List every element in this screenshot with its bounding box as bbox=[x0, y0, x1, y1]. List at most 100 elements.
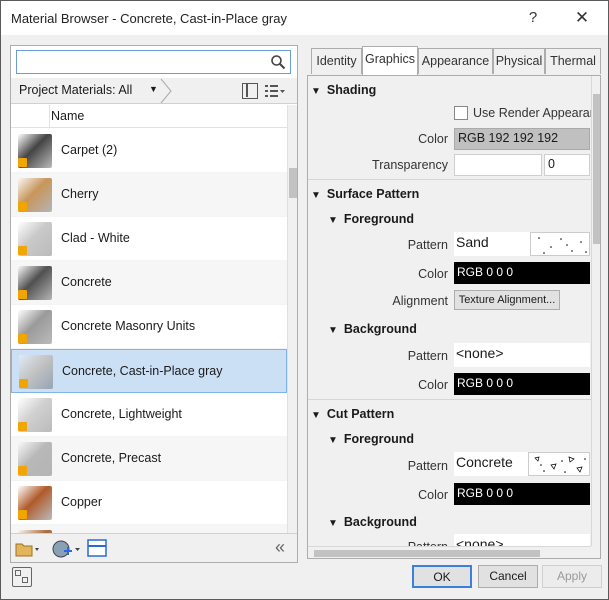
properties-panel: Identity Graphics Appearance Physical Th… bbox=[306, 45, 602, 559]
texture-alignment-button[interactable]: Texture Alignment... bbox=[454, 290, 560, 310]
header-separator bbox=[49, 105, 50, 128]
section-divider bbox=[308, 399, 591, 400]
material-row[interactable]: Concrete bbox=[11, 261, 287, 305]
name-column-label: Name bbox=[51, 109, 85, 123]
material-list-scrollbar[interactable] bbox=[287, 105, 297, 533]
apply-button[interactable]: Apply bbox=[542, 565, 602, 588]
tab-thermal[interactable]: Thermal bbox=[545, 48, 601, 74]
asset-browser-icon[interactable] bbox=[87, 539, 107, 557]
cut-fg-color-label: Color bbox=[418, 488, 448, 502]
properties-vertical-scrollbar[interactable] bbox=[591, 76, 600, 546]
tab-identity[interactable]: Identity bbox=[311, 48, 362, 74]
warning-icon bbox=[18, 510, 27, 519]
warning-icon bbox=[18, 466, 27, 475]
warning-icon bbox=[18, 246, 27, 255]
search-icon[interactable] bbox=[270, 54, 286, 70]
shading-color-field[interactable]: RGB 192 192 192 bbox=[454, 128, 590, 150]
collapse-triangle-icon: ▼ bbox=[328, 518, 338, 529]
surface-bg-color-field[interactable]: RGB 0 0 0 bbox=[454, 373, 590, 395]
shading-section[interactable]: ▼ Shading bbox=[311, 83, 376, 97]
name-column-header[interactable]: Name bbox=[11, 105, 287, 128]
material-row[interactable]: Clad - White bbox=[11, 217, 287, 261]
collapse-triangle-icon: ▼ bbox=[311, 190, 321, 201]
cut-background-section[interactable]: ▼ Background bbox=[328, 515, 417, 529]
collapse-triangle-icon: ▼ bbox=[311, 410, 321, 421]
shading-color-label: Color bbox=[418, 132, 448, 146]
scrollbar-thumb[interactable] bbox=[289, 168, 297, 198]
tab-physical[interactable]: Physical bbox=[493, 48, 545, 74]
surface-fg-color-field[interactable]: RGB 0 0 0 bbox=[454, 262, 590, 284]
material-row[interactable]: Copper bbox=[11, 481, 287, 525]
material-row[interactable]: Concrete, Precast bbox=[11, 437, 287, 481]
surface-bg-pattern-field[interactable]: <none> bbox=[454, 343, 590, 367]
surface-fg-pattern-label: Pattern bbox=[407, 238, 448, 252]
scrollbar-thumb[interactable] bbox=[593, 94, 600, 244]
material-row[interactable]: Cherry bbox=[11, 173, 287, 217]
project-materials-bar: Project Materials: All ▼ bbox=[11, 78, 297, 104]
collapse-library-icon[interactable]: « bbox=[275, 537, 285, 558]
close-button[interactable]: ✕ bbox=[567, 5, 597, 31]
project-filter-label[interactable]: Project Materials: All bbox=[19, 83, 132, 97]
transparency-slider[interactable] bbox=[454, 154, 542, 176]
material-name: Concrete bbox=[61, 275, 112, 289]
panel-view-icon[interactable] bbox=[242, 83, 258, 99]
surface-fg-pattern-field[interactable]: Sand bbox=[454, 232, 530, 256]
material-row[interactable]: Carpet (2) bbox=[11, 129, 287, 173]
material-library-toggle-icon[interactable] bbox=[12, 567, 32, 587]
title-bar: Material Browser - Concrete, Cast-in-Pla… bbox=[1, 1, 608, 35]
surface-fg-color-label: Color bbox=[418, 267, 448, 281]
foreground-title: Foreground bbox=[343, 212, 415, 226]
material-row[interactable]: Concrete, Cast-in-Place gray bbox=[11, 349, 287, 393]
warning-icon bbox=[18, 202, 27, 211]
cut-fg-pattern-field[interactable]: Concrete bbox=[454, 452, 528, 476]
surface-background-section[interactable]: ▼ Background bbox=[328, 322, 417, 336]
warning-icon bbox=[18, 334, 27, 343]
search-input[interactable] bbox=[16, 50, 291, 74]
surface-bg-color-label: Color bbox=[418, 378, 448, 392]
material-row[interactable]: Concrete Masonry Units bbox=[11, 305, 287, 349]
transparency-value-field[interactable]: 0 bbox=[544, 154, 590, 176]
collapse-triangle-icon: ▼ bbox=[328, 215, 338, 226]
use-render-label: Use Render Appearance bbox=[473, 106, 601, 120]
graphics-panel: ▼ Shading Use Render Appearance Color RGB… bbox=[307, 75, 601, 559]
surface-bg-pattern-label: Pattern bbox=[407, 349, 448, 363]
help-button[interactable]: ? bbox=[521, 5, 545, 31]
warning-icon bbox=[18, 290, 27, 299]
material-name: Concrete, Cast-in-Place gray bbox=[62, 364, 223, 378]
tab-appearance[interactable]: Appearance bbox=[418, 48, 493, 74]
material-name: Concrete Masonry Units bbox=[61, 319, 196, 333]
material-row[interactable]: Concrete, Lightweight bbox=[11, 393, 287, 437]
alignment-label: Alignment bbox=[392, 294, 448, 308]
collapse-triangle-icon: ▼ bbox=[328, 325, 338, 336]
material-row[interactable] bbox=[11, 525, 287, 533]
search-field[interactable] bbox=[21, 51, 261, 71]
collapse-triangle-icon: ▼ bbox=[328, 435, 338, 446]
create-material-icon[interactable] bbox=[50, 538, 82, 560]
warning-icon bbox=[18, 158, 27, 167]
cut-fg-pattern-label: Pattern bbox=[407, 459, 448, 473]
open-library-icon[interactable] bbox=[14, 539, 40, 559]
filter-dropdown-icon[interactable]: ▼ bbox=[149, 84, 158, 94]
cut-pattern-section[interactable]: ▼ Cut Pattern bbox=[311, 407, 394, 421]
tab-graphics[interactable]: Graphics bbox=[362, 46, 418, 75]
list-view-icon[interactable] bbox=[264, 82, 286, 100]
properties-horizontal-scrollbar[interactable] bbox=[308, 546, 591, 558]
cut-pattern-title: Cut Pattern bbox=[326, 407, 395, 421]
material-name: Concrete, Lightweight bbox=[61, 407, 182, 421]
cut-bg-pattern-field[interactable]: <none> bbox=[454, 534, 590, 546]
surface-foreground-section[interactable]: ▼ Foreground bbox=[328, 212, 414, 226]
ok-button[interactable]: OK bbox=[412, 565, 472, 588]
material-browser-window: Material Browser - Concrete, Cast-in-Pla… bbox=[0, 0, 609, 600]
scrollbar-thumb[interactable] bbox=[314, 550, 540, 557]
breadcrumb-chevron-icon bbox=[160, 78, 172, 104]
cut-fg-color-field[interactable]: RGB 0 0 0 bbox=[454, 483, 590, 505]
warning-icon bbox=[19, 379, 28, 388]
sand-pattern-swatch[interactable] bbox=[530, 232, 590, 256]
use-render-checkbox[interactable] bbox=[454, 106, 468, 120]
cut-foreground-section[interactable]: ▼ Foreground bbox=[328, 432, 414, 446]
surface-pattern-title: Surface Pattern bbox=[326, 187, 420, 201]
surface-pattern-section[interactable]: ▼ Surface Pattern bbox=[311, 187, 419, 201]
cancel-button[interactable]: Cancel bbox=[478, 565, 538, 588]
concrete-pattern-swatch[interactable] bbox=[528, 452, 590, 476]
warning-icon bbox=[18, 422, 27, 431]
